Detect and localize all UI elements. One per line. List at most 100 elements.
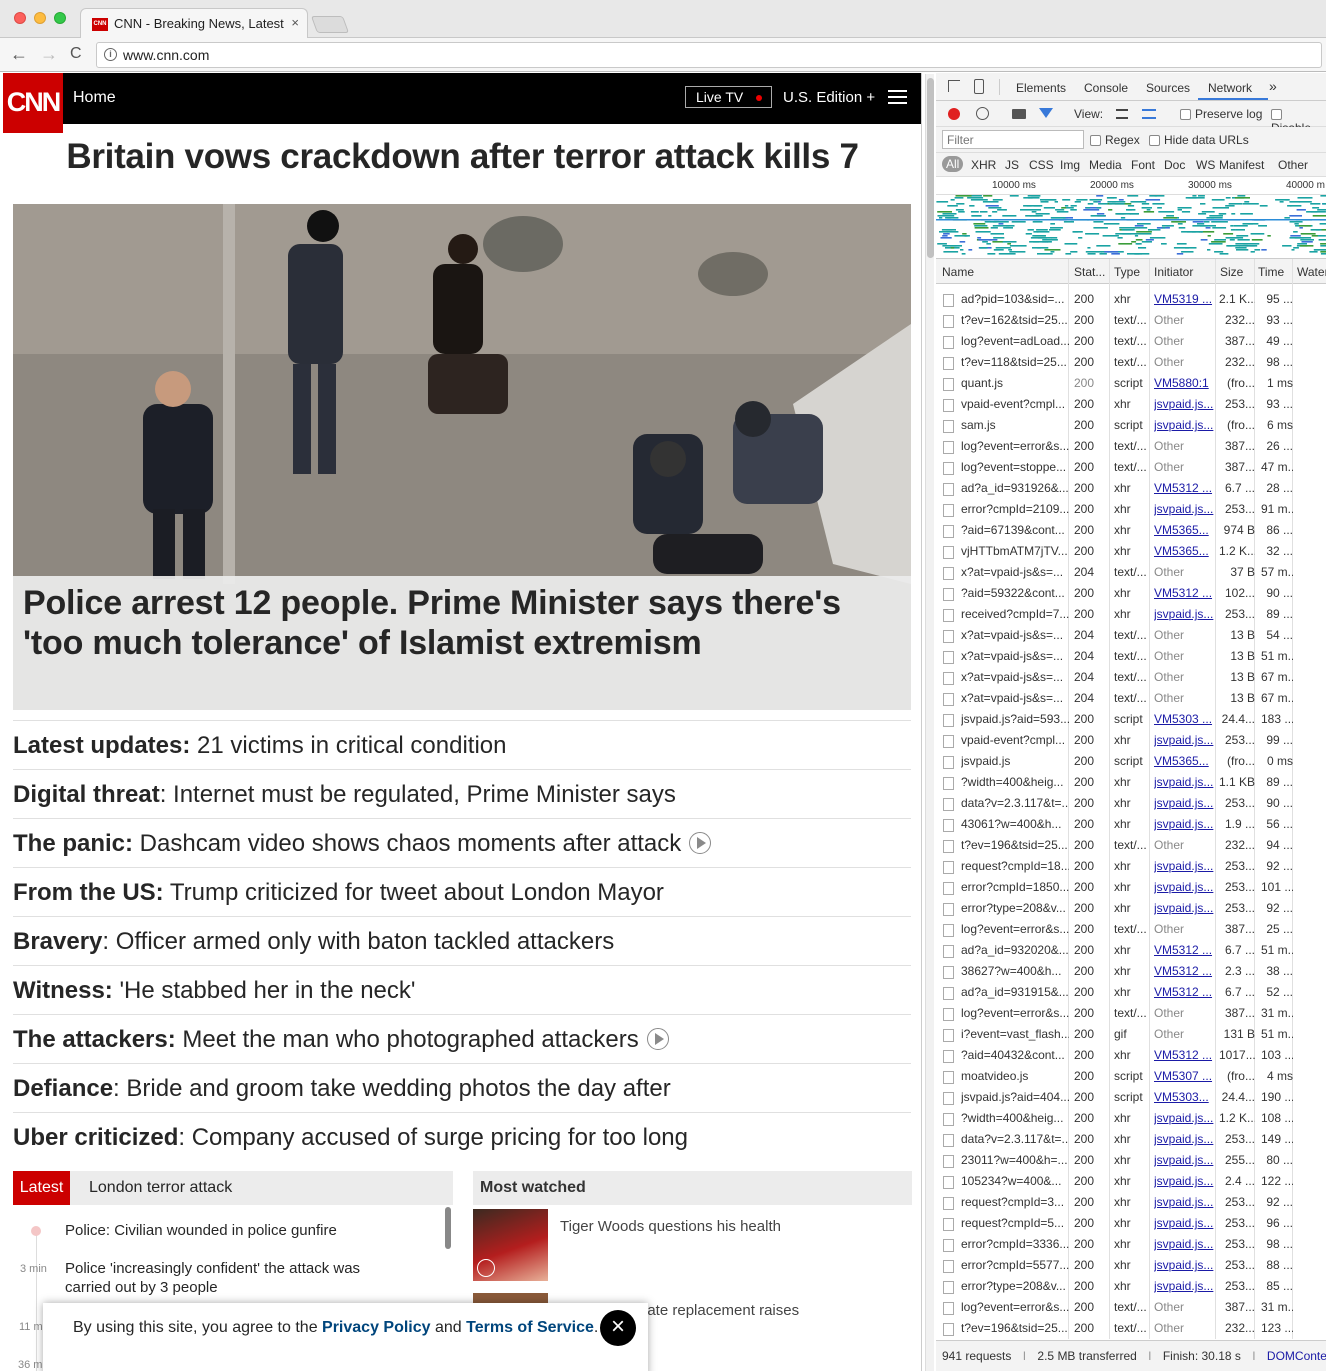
request-initiator[interactable]: VM5880:1 — [1154, 373, 1216, 394]
request-name[interactable]: request?cmpId=5... — [961, 1213, 1069, 1234]
request-name[interactable]: ad?a_id=932020&... — [961, 940, 1069, 961]
request-initiator[interactable]: Other — [1154, 310, 1216, 331]
network-request-row[interactable]: data?v=2.3.117&t=... 200 xhr jsvpaid.js... 2… — [936, 793, 1326, 814]
network-request-row[interactable]: quant.js 200 script VM5880:1 (fro... 1 ms — [936, 373, 1326, 394]
request-initiator[interactable]: Other — [1154, 436, 1216, 457]
scrollbar-thumb[interactable] — [927, 78, 934, 258]
waterfall-view-icon[interactable] — [1142, 109, 1156, 119]
request-initiator[interactable]: Other — [1154, 331, 1216, 352]
network-request-row[interactable]: error?cmpId=2109... 200 xhr jsvpaid.js... 25… — [936, 499, 1326, 520]
record-icon[interactable] — [948, 108, 960, 120]
network-request-row[interactable]: log?event=error&s... 200 text/... Other 387.… — [936, 1297, 1326, 1318]
type-filter-ws[interactable]: WS — [1196, 158, 1215, 172]
request-name[interactable]: log?event=error&s... — [961, 1003, 1069, 1024]
close-window-button[interactable] — [14, 12, 26, 24]
request-initiator[interactable]: jsvpaid.js... — [1154, 1192, 1216, 1213]
request-name[interactable]: x?at=vpaid-js&s=... — [961, 667, 1069, 688]
request-initiator[interactable]: jsvpaid.js... — [1154, 604, 1216, 625]
request-initiator[interactable]: jsvpaid.js... — [1154, 1276, 1216, 1297]
request-name[interactable]: received?cmpId=7... — [961, 604, 1069, 625]
request-name[interactable]: log?event=error&s... — [961, 1297, 1069, 1318]
request-name[interactable]: jsvpaid.js — [961, 751, 1069, 772]
browser-tab[interactable]: CNN CNN - Breaking News, Latest N × — [80, 8, 308, 38]
network-request-row[interactable]: 43061?w=400&h... 200 xhr jsvpaid.js... 1.9 .… — [936, 814, 1326, 835]
network-request-row[interactable]: 23011?w=400&h=... 200 xhr jsvpaid.js... 255.… — [936, 1150, 1326, 1171]
request-name[interactable]: x?at=vpaid-js&s=... — [961, 646, 1069, 667]
network-overview-timeline[interactable]: 10000 ms 20000 ms 30000 ms 40000 m — [936, 177, 1326, 259]
network-request-row[interactable]: 105234?w=400&... 200 xhr jsvpaid.js... 2.4 .… — [936, 1171, 1326, 1192]
network-request-row[interactable]: ad?a_id=931915&... 200 xhr VM5312 ... 6.7 ..… — [936, 982, 1326, 1003]
tab-network[interactable]: Network — [1208, 81, 1252, 95]
url-text[interactable]: www.cnn.com — [123, 47, 209, 63]
network-request-row[interactable]: ad?a_id=931926&... 200 xhr VM5312 ... 6.7 ..… — [936, 478, 1326, 499]
request-initiator[interactable]: jsvpaid.js... — [1154, 415, 1216, 436]
request-name[interactable]: vjHTTbmATM7jTV... — [961, 541, 1069, 562]
request-initiator[interactable]: jsvpaid.js... — [1154, 1171, 1216, 1192]
request-name[interactable]: 23011?w=400&h=... — [961, 1150, 1069, 1171]
back-arrow-icon[interactable]: ← — [10, 44, 28, 65]
request-initiator[interactable]: Other — [1154, 562, 1216, 583]
column-name[interactable]: Name — [942, 265, 974, 279]
request-initiator[interactable]: jsvpaid.js... — [1154, 1213, 1216, 1234]
request-name[interactable]: ?aid=59322&cont... — [961, 583, 1069, 604]
request-name[interactable]: vpaid-event?cmpl... — [961, 394, 1069, 415]
request-name[interactable]: log?event=error&s... — [961, 436, 1069, 457]
network-request-row[interactable]: ?aid=59322&cont... 200 xhr VM5312 ... 102...… — [936, 583, 1326, 604]
type-filter-media[interactable]: Media — [1089, 158, 1122, 172]
maximize-window-button[interactable] — [54, 12, 66, 24]
request-name[interactable]: jsvpaid.js?aid=593... — [961, 709, 1069, 730]
request-name[interactable]: ad?pid=103&sid=... — [961, 289, 1069, 310]
request-initiator[interactable]: Other — [1154, 1318, 1216, 1339]
request-initiator[interactable]: VM5365... — [1154, 751, 1216, 772]
request-initiator[interactable]: VM5307 ... — [1154, 1066, 1216, 1087]
regex-checkbox[interactable]: Regex — [1090, 133, 1140, 147]
request-initiator[interactable]: Other — [1154, 457, 1216, 478]
type-filter-js[interactable]: JS — [1005, 158, 1019, 172]
nav-home-link[interactable]: Home — [73, 89, 116, 107]
network-request-row[interactable]: vpaid-event?cmpl... 200 xhr jsvpaid.js... 25… — [936, 730, 1326, 751]
request-initiator[interactable]: VM5312 ... — [1154, 982, 1216, 1003]
request-name[interactable]: error?type=208&v... — [961, 898, 1069, 919]
type-filter-manifest[interactable]: Manifest — [1219, 158, 1264, 172]
request-name[interactable]: error?type=208&v... — [961, 1276, 1069, 1297]
type-filter-css[interactable]: CSS — [1029, 158, 1054, 172]
privacy-policy-link[interactable]: Privacy Policy — [322, 1319, 431, 1336]
network-request-row[interactable]: log?event=error&s... 200 text/... Other 387.… — [936, 1003, 1326, 1024]
hamburger-menu-icon[interactable] — [888, 90, 907, 104]
edition-selector[interactable]: U.S. Edition + — [783, 89, 875, 106]
tab-sources[interactable]: Sources — [1146, 81, 1190, 95]
story-link[interactable]: Digital threat: Internet must be regulat… — [13, 769, 911, 818]
inspect-element-icon[interactable] — [948, 80, 960, 92]
network-request-row[interactable]: received?cmpId=7... 200 xhr jsvpaid.js... 25… — [936, 604, 1326, 625]
request-initiator[interactable]: jsvpaid.js... — [1154, 499, 1216, 520]
screenshot-icon[interactable] — [1012, 109, 1026, 119]
timeline-item[interactable]: Police: Civilian wounded in police gunfi… — [65, 1221, 435, 1240]
tab-close-icon[interactable]: × — [291, 15, 299, 30]
page-headline[interactable]: Britain vows crackdown after terror atta… — [3, 137, 921, 177]
request-name[interactable]: data?v=2.3.117&t=... — [961, 793, 1069, 814]
request-name[interactable]: error?cmpId=5577... — [961, 1255, 1069, 1276]
request-initiator[interactable]: Other — [1154, 835, 1216, 856]
request-name[interactable]: ad?a_id=931915&... — [961, 982, 1069, 1003]
request-name[interactable]: ad?a_id=931926&... — [961, 478, 1069, 499]
network-request-row[interactable]: log?event=stoppe... 200 text/... Other 387..… — [936, 457, 1326, 478]
network-request-row[interactable]: x?at=vpaid-js&s=... 204 text/... Other 13 B 5… — [936, 625, 1326, 646]
request-name[interactable]: ?width=400&heig... — [961, 772, 1069, 793]
network-request-row[interactable]: vjHTTbmATM7jTV... 200 xhr VM5365... 1.2 K...… — [936, 541, 1326, 562]
request-initiator[interactable]: Other — [1154, 1003, 1216, 1024]
network-request-row[interactable]: request?cmpId=18... 200 xhr jsvpaid.js... 25… — [936, 856, 1326, 877]
request-name[interactable]: ?aid=40432&cont... — [961, 1045, 1069, 1066]
url-bar[interactable]: i www.cnn.com — [96, 42, 1322, 68]
video-title[interactable]: nate replacement raises — [639, 1302, 799, 1319]
site-info-icon[interactable]: i — [104, 48, 117, 61]
request-name[interactable]: x?at=vpaid-js&s=... — [961, 688, 1069, 709]
request-name[interactable]: 38627?w=400&h... — [961, 961, 1069, 982]
request-name[interactable]: moatvideo.js — [961, 1066, 1069, 1087]
request-initiator[interactable]: jsvpaid.js... — [1154, 1150, 1216, 1171]
request-name[interactable]: t?ev=196&tsid=25... — [961, 835, 1069, 856]
video-title[interactable]: Tiger Woods questions his health — [560, 1218, 781, 1235]
cnn-logo[interactable]: CNN — [3, 73, 63, 133]
column-initiator[interactable]: Initiator — [1154, 265, 1193, 279]
network-request-row[interactable]: x?at=vpaid-js&s=... 204 text/... Other 13 B 6… — [936, 667, 1326, 688]
network-request-row[interactable]: error?cmpId=1850... 200 xhr jsvpaid.js... 25… — [936, 877, 1326, 898]
